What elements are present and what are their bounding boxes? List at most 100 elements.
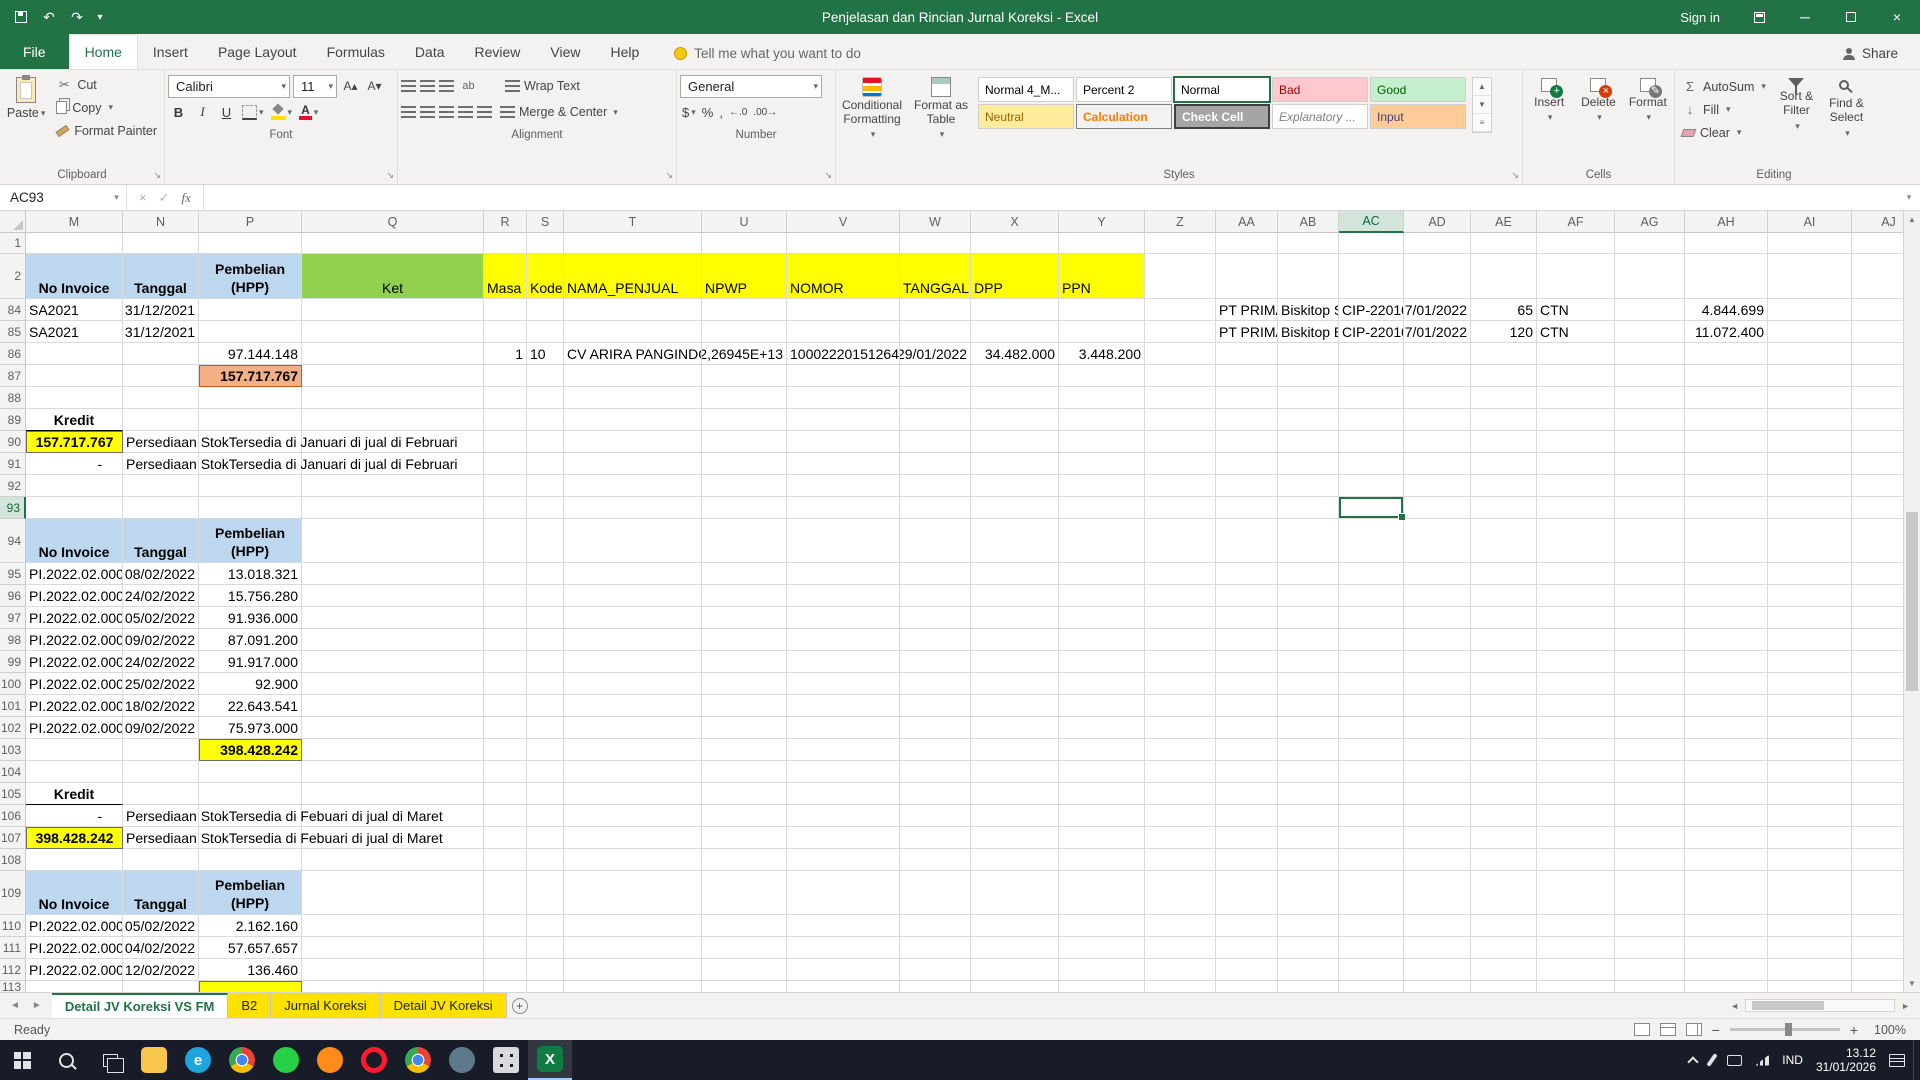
cell-V97[interactable] bbox=[787, 607, 900, 629]
cell-style-neutral[interactable]: Neutral bbox=[978, 104, 1074, 129]
cell-M108[interactable] bbox=[26, 849, 123, 871]
cell-AI1[interactable] bbox=[1768, 233, 1852, 254]
cell-M2[interactable]: No Invoice bbox=[26, 254, 123, 299]
cell-P98[interactable]: 87.091.200 bbox=[199, 629, 302, 651]
column-header-AC[interactable]: AC bbox=[1339, 211, 1404, 233]
cell-AC105[interactable] bbox=[1339, 783, 1404, 805]
cell-Y96[interactable] bbox=[1059, 585, 1145, 607]
cell-P2[interactable]: Pembelian (HPP) bbox=[199, 254, 302, 299]
font-color-button[interactable]: A▾ bbox=[297, 101, 320, 123]
ribbon-tab-help[interactable]: Help bbox=[596, 34, 655, 69]
cell-U91[interactable] bbox=[702, 453, 787, 475]
cell-Y110[interactable] bbox=[1059, 915, 1145, 937]
cell-W98[interactable] bbox=[900, 629, 971, 651]
cell-AB99[interactable] bbox=[1278, 651, 1339, 673]
cell-Z89[interactable] bbox=[1145, 409, 1216, 431]
cell-AE110[interactable] bbox=[1471, 915, 1537, 937]
cell-W103[interactable] bbox=[900, 739, 971, 761]
tray-expand-icon[interactable] bbox=[1688, 1056, 1699, 1067]
cell-U104[interactable] bbox=[702, 761, 787, 783]
cell-Q98[interactable] bbox=[302, 629, 484, 651]
cell-AA97[interactable] bbox=[1216, 607, 1278, 629]
cell-AJ90[interactable] bbox=[1852, 431, 1903, 453]
cell-T109[interactable] bbox=[564, 871, 702, 915]
cell-U95[interactable] bbox=[702, 563, 787, 585]
cell-S2[interactable]: Kode bbox=[527, 254, 564, 299]
row-header-93[interactable]: 93 bbox=[0, 497, 26, 519]
sheet-tab-detail-jv-koreksi-vs-fm[interactable]: Detail JV Koreksi VS FM bbox=[52, 993, 229, 1018]
qat-customize-button[interactable]: ▾ bbox=[92, 4, 108, 30]
cell-AF92[interactable] bbox=[1537, 475, 1615, 497]
cell-AE100[interactable] bbox=[1471, 673, 1537, 695]
cell-X107[interactable] bbox=[971, 827, 1059, 849]
cell-V92[interactable] bbox=[787, 475, 900, 497]
cell-AG101[interactable] bbox=[1615, 695, 1685, 717]
cell-S95[interactable] bbox=[527, 563, 564, 585]
cell-AJ95[interactable] bbox=[1852, 563, 1903, 585]
cell-V88[interactable] bbox=[787, 387, 900, 409]
insert-cells-button[interactable]: Insert ▾ bbox=[1526, 73, 1572, 123]
cell-AB102[interactable] bbox=[1278, 717, 1339, 739]
cell-N87[interactable] bbox=[123, 365, 199, 387]
cell-AF104[interactable] bbox=[1537, 761, 1615, 783]
cell-AE84[interactable]: 65 bbox=[1471, 299, 1537, 321]
cell-N103[interactable] bbox=[123, 739, 199, 761]
cell-R94[interactable] bbox=[484, 519, 527, 563]
cell-Y85[interactable] bbox=[1059, 321, 1145, 343]
cell-AG95[interactable] bbox=[1615, 563, 1685, 585]
cell-AD111[interactable] bbox=[1404, 937, 1471, 959]
number-format-select[interactable]: General▾ bbox=[680, 75, 822, 98]
cell-AB100[interactable] bbox=[1278, 673, 1339, 695]
cell-AH96[interactable] bbox=[1685, 585, 1768, 607]
cell-AI106[interactable] bbox=[1768, 805, 1852, 827]
cell-AI99[interactable] bbox=[1768, 651, 1852, 673]
cell-X111[interactable] bbox=[971, 937, 1059, 959]
cell-AI102[interactable] bbox=[1768, 717, 1852, 739]
cell-style-good[interactable]: Good bbox=[1370, 77, 1466, 102]
cell-V100[interactable] bbox=[787, 673, 900, 695]
cell-AC113[interactable] bbox=[1339, 981, 1404, 992]
cell-AA87[interactable] bbox=[1216, 365, 1278, 387]
cell-AA105[interactable] bbox=[1216, 783, 1278, 805]
cell-AB96[interactable] bbox=[1278, 585, 1339, 607]
cell-AI108[interactable] bbox=[1768, 849, 1852, 871]
cell-AA84[interactable]: PT PRIMA bbox=[1216, 299, 1278, 321]
row-header-109[interactable]: 109 bbox=[0, 871, 26, 915]
cell-X113[interactable] bbox=[971, 981, 1059, 992]
cell-AJ111[interactable] bbox=[1852, 937, 1903, 959]
cell-Y2[interactable]: PPN bbox=[1059, 254, 1145, 299]
cell-AD101[interactable] bbox=[1404, 695, 1471, 717]
cell-P93[interactable] bbox=[199, 497, 302, 519]
cell-AA93[interactable] bbox=[1216, 497, 1278, 519]
cell-AA96[interactable] bbox=[1216, 585, 1278, 607]
cell-M89[interactable]: Kredit bbox=[26, 409, 123, 431]
cell-V109[interactable] bbox=[787, 871, 900, 915]
cell-AE112[interactable] bbox=[1471, 959, 1537, 981]
clipboard-dialog-launcher[interactable]: ↘ bbox=[153, 171, 161, 180]
cell-AC107[interactable] bbox=[1339, 827, 1404, 849]
cell-T111[interactable] bbox=[564, 937, 702, 959]
cell-AB103[interactable] bbox=[1278, 739, 1339, 761]
find-select-button[interactable]: Find & Select ▾ bbox=[1823, 73, 1870, 138]
ribbon-tab-home[interactable]: Home bbox=[69, 34, 138, 69]
cell-AG91[interactable] bbox=[1615, 453, 1685, 475]
cell-AA109[interactable] bbox=[1216, 871, 1278, 915]
cell-AA92[interactable] bbox=[1216, 475, 1278, 497]
cell-T92[interactable] bbox=[564, 475, 702, 497]
cell-N95[interactable]: 08/02/2022 bbox=[123, 563, 199, 585]
ribbon-tab-formulas[interactable]: Formulas bbox=[312, 34, 400, 69]
cell-AD91[interactable] bbox=[1404, 453, 1471, 475]
cell-AH110[interactable] bbox=[1685, 915, 1768, 937]
cell-R99[interactable] bbox=[484, 651, 527, 673]
cell-AH104[interactable] bbox=[1685, 761, 1768, 783]
task-view-button[interactable] bbox=[88, 1040, 132, 1080]
cell-S100[interactable] bbox=[527, 673, 564, 695]
cell-AE103[interactable] bbox=[1471, 739, 1537, 761]
search-button[interactable] bbox=[44, 1040, 88, 1080]
row-header-112[interactable]: 112 bbox=[0, 959, 26, 981]
cell-W107[interactable] bbox=[900, 827, 971, 849]
cell-AI107[interactable] bbox=[1768, 827, 1852, 849]
cell-AE89[interactable] bbox=[1471, 409, 1537, 431]
cell-W87[interactable] bbox=[900, 365, 971, 387]
cell-T88[interactable] bbox=[564, 387, 702, 409]
